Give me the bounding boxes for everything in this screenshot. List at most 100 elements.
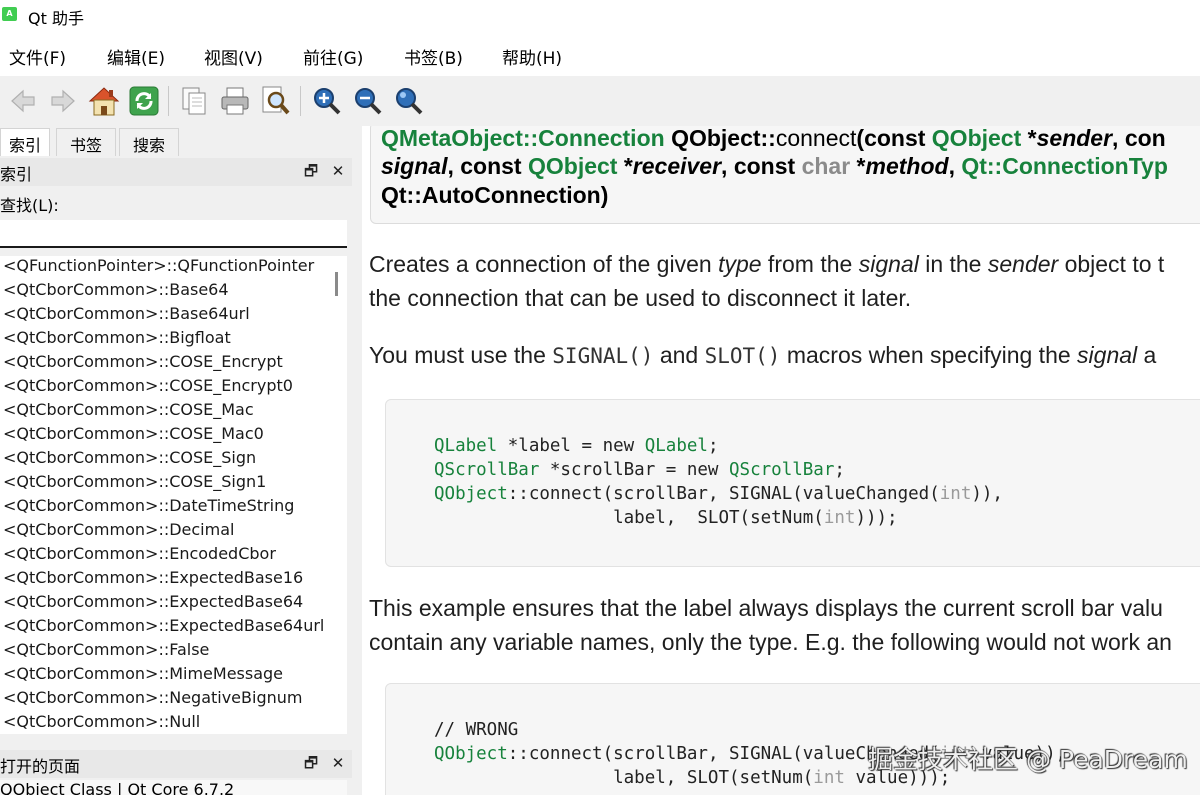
sig-text: QObject:: [671,126,776,151]
print-icon [221,87,249,115]
list-item[interactable]: <QtCborCommon>::ExpectedBase16 [0,568,347,592]
copy-icon [182,87,206,115]
sig-text: * [617,153,633,179]
text: signal [1077,342,1138,368]
code-keyword: int [939,484,972,504]
forward-button[interactable] [46,84,80,118]
documentation-view: QMetaObject::Connection QObject::connect… [362,126,1200,795]
list-item[interactable]: <QtCborCommon>::ExpectedBase64url [0,616,347,640]
menu-go[interactable]: 前往(G) [303,44,363,69]
print-button[interactable] [218,84,252,118]
code-text: ))); [855,508,898,528]
float-icon[interactable]: 🗗 [302,754,320,772]
code-text: *scrollBar = new [539,460,730,480]
text: sender [987,251,1059,277]
list-item[interactable]: <QtCborCommon>::COSE_Sign [0,448,347,472]
list-item[interactable]: <QtCborCommon>::MimeMessage [0,664,347,688]
toolbar-separator [168,86,169,116]
text: You must use the [369,342,553,368]
code-type[interactable]: QObject [434,484,508,504]
code-text: label, SLOT(setNum( [434,508,824,528]
code-type[interactable]: QLabel [434,436,497,456]
menu-help[interactable]: 帮助(H) [502,44,562,69]
list-item[interactable]: <QtCborCommon>::ExpectedBase64 [0,592,347,616]
code-line: label, SLOT(setNum(int))); [434,508,898,528]
qt-assistant-app-icon: A [2,7,17,21]
sig-param: method [865,153,949,179]
type-link[interactable]: QObject [528,153,617,179]
list-item[interactable]: <QtCborCommon>::EncodedCbor [0,544,347,568]
code-text: label, SLOT(setNum( [434,768,814,788]
list-item[interactable]: <QFunctionPointer>::QFunctionPointer [0,256,347,280]
sig-text: , const [447,153,528,179]
list-item[interactable]: <QtCborCommon>::Base64url [0,304,347,328]
list-item[interactable]: <QtCborCommon>::Null [0,712,347,734]
toolbar-separator [300,86,301,116]
text: macros when specifying the [780,342,1078,368]
back-icon [11,89,35,113]
list-item[interactable]: <QtCborCommon>::False [0,640,347,664]
function-signature-box: QMetaObject::Connection QObject::connect… [370,126,1200,224]
return-type-link[interactable]: QMetaObject::Connection [381,126,665,151]
left-panel: 索引 书签 搜索 索引 🗗 ✕ 查找(L): <QFunctionPointer… [0,126,360,795]
sig-text: * [850,153,866,179]
index-list[interactable]: <QFunctionPointer>::QFunctionPointer <Qt… [0,256,347,734]
code-type[interactable]: QObject [434,744,508,764]
sync-icon [129,86,159,116]
paragraph-1-line-2: the connection that can be used to disco… [369,285,912,311]
menu-view[interactable]: 视图(V) [204,44,263,69]
code-keyword: int [813,768,845,788]
tab-search[interactable]: 搜索 [119,128,179,156]
text: from the [761,251,859,277]
code-line: QObject::connect(scrollBar, SIGNAL(value… [434,484,1003,504]
signature-line-1: QMetaObject::Connection QObject::connect… [381,126,1166,152]
tab-index[interactable]: 索引 [0,128,50,156]
float-icon[interactable]: 🗗 [302,162,320,180]
index-search-input[interactable] [0,220,347,248]
code-text: )), [971,484,1003,504]
text: object to t [1058,251,1165,277]
copy-button[interactable] [177,84,211,118]
home-button[interactable] [87,84,121,118]
code-type[interactable]: QScrollBar [729,460,834,480]
list-item[interactable]: <QtCborCommon>::COSE_Mac0 [0,424,347,448]
list-item[interactable]: <QtCborCommon>::Bigfloat [0,328,347,352]
menu-bookmarks[interactable]: 书签(B) [404,44,463,69]
tab-bookmarks[interactable]: 书签 [56,128,116,156]
close-icon[interactable]: ✕ [329,754,347,772]
find-label: 查找(L): [0,196,59,215]
find-button[interactable] [259,84,293,118]
open-pages-dock-title-text: 打开的页面 [0,757,81,776]
list-item[interactable]: <QtCborCommon>::DateTimeString [0,496,347,520]
list-item[interactable]: <QtCborCommon>::COSE_Encrypt0 [0,376,347,400]
close-icon[interactable]: ✕ [329,162,347,180]
zoom-in-button[interactable] [310,84,344,118]
zoom-out-button[interactable] [351,84,385,118]
list-item[interactable]: <QtCborCommon>::Base64 [0,280,347,304]
inline-code: SLOT() [704,344,781,368]
window-title: Qt 助手 [28,9,84,28]
code-text: ; [834,460,845,480]
open-page-item[interactable]: QObject Class | Qt Core 6.7.2 [0,780,347,795]
menu-edit[interactable]: 编辑(E) [107,44,165,69]
home-icon [88,87,120,116]
type-link[interactable]: QObject [932,126,1021,151]
code-type[interactable]: QLabel [645,436,708,456]
list-item[interactable]: <QtCborCommon>::COSE_Sign1 [0,472,347,496]
list-item[interactable]: <QtCborCommon>::NegativeBignum [0,688,347,712]
back-button[interactable] [6,84,40,118]
reset-zoom-button[interactable] [392,84,426,118]
sidebar-tabs: 索引 书签 搜索 [0,126,360,156]
list-item[interactable]: <QtCborCommon>::COSE_Mac [0,400,347,424]
list-item[interactable]: <QtCborCommon>::Decimal [0,520,347,544]
type-link[interactable]: Qt::ConnectionTyp [961,153,1168,179]
index-scrollbar-thumb[interactable] [335,272,338,296]
code-type[interactable]: QScrollBar [434,460,539,480]
sig-builtin-type: char [801,153,851,179]
sync-button[interactable] [127,84,161,118]
text: and [653,342,705,368]
index-dock-title-text: 索引 [0,165,33,184]
menu-file[interactable]: 文件(F) [9,44,66,69]
sig-text: , [948,153,962,179]
list-item[interactable]: <QtCborCommon>::COSE_Encrypt [0,352,347,376]
